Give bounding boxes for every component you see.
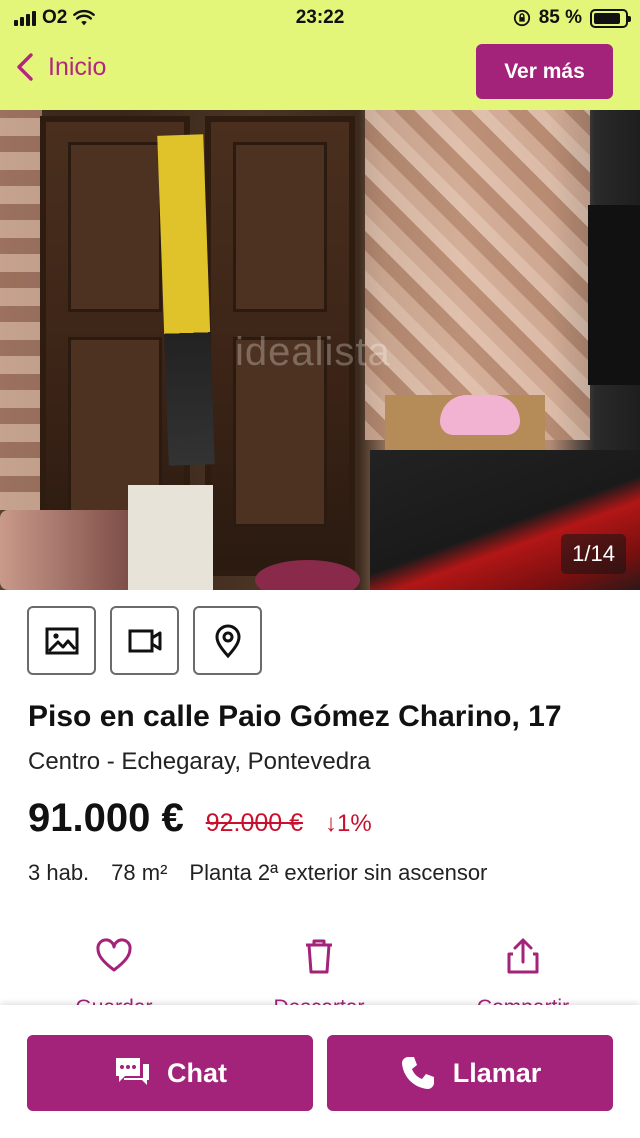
- watermark: idealista: [235, 330, 391, 374]
- feature-rooms: 3 hab.: [28, 860, 90, 885]
- heart-icon: [96, 938, 132, 972]
- bottom-bar: Chat Llamar: [0, 1005, 640, 1138]
- listing-photo[interactable]: idealista 1/14: [0, 110, 640, 590]
- video-icon: [128, 629, 161, 652]
- back-label: Inicio: [48, 52, 107, 81]
- price-row: 91.000 € 92.000 € ↓1%: [28, 796, 372, 841]
- feature-floor: Planta 2ª exterior sin ascensor: [189, 860, 488, 885]
- chevron-left-icon: [17, 53, 33, 81]
- call-button[interactable]: Llamar: [327, 1035, 613, 1111]
- battery-percent: 85 %: [538, 7, 582, 28]
- listing-location: Centro - Echegaray, Pontevedra: [28, 748, 371, 775]
- chat-icon: [116, 1058, 149, 1085]
- photo-counter: 1/14: [561, 534, 626, 574]
- photos-button[interactable]: [27, 606, 96, 675]
- feature-area: 78 m²: [111, 860, 168, 885]
- see-more-button[interactable]: Ver más: [476, 44, 613, 99]
- chat-button[interactable]: Chat: [27, 1035, 313, 1111]
- action-row: Guardar Descartar Compartir: [0, 930, 640, 1019]
- trash-icon: [306, 939, 332, 974]
- map-pin-icon: [214, 624, 241, 658]
- chat-label: Chat: [167, 1057, 227, 1088]
- price-drop: ↓1%: [325, 810, 372, 837]
- listing-title: Piso en calle Paio Gómez Charino, 17: [28, 700, 562, 733]
- features: 3 hab. 78 m² Planta 2ª exterior sin asce…: [28, 860, 487, 886]
- old-price: 92.000 €: [205, 809, 304, 837]
- top-bar: O2 23:22 85 % Inicio Ver más: [0, 0, 640, 110]
- media-buttons: [27, 606, 262, 675]
- photo-icon: [45, 627, 78, 654]
- battery-icon: [590, 8, 631, 28]
- call-label: Llamar: [452, 1057, 542, 1088]
- status-bar: O2 23:22 85 %: [0, 0, 640, 36]
- phone-icon: [401, 1057, 434, 1089]
- map-button[interactable]: [193, 606, 262, 675]
- share-icon: [507, 938, 539, 974]
- price: 91.000 €: [28, 796, 184, 840]
- orientation-lock-icon: [513, 9, 530, 27]
- back-button[interactable]: Inicio: [12, 52, 106, 82]
- video-button[interactable]: [110, 606, 179, 675]
